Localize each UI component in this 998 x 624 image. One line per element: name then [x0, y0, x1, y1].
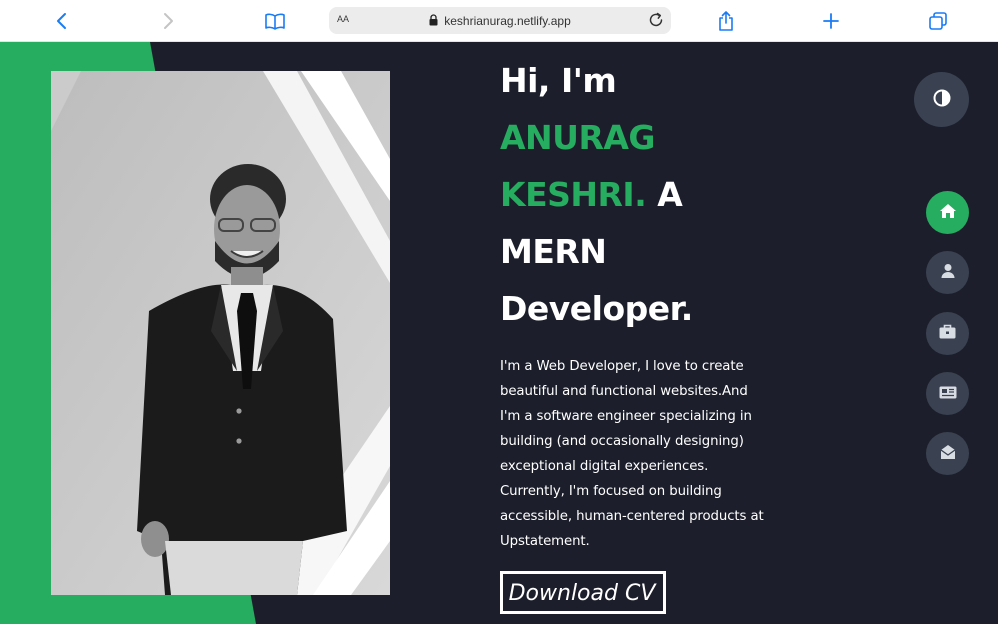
role-title-text: Developer. [500, 289, 693, 328]
role-stack-text: MERN [500, 232, 607, 271]
last-name-text: KESHRI. [500, 175, 647, 214]
theme-toggle-button[interactable] [914, 72, 969, 127]
nav-contact-button[interactable] [926, 432, 969, 475]
nav-blog-button[interactable] [926, 372, 969, 415]
url-text[interactable]: keshrianurag.netlify.app [444, 14, 571, 28]
nav-about-button[interactable] [926, 251, 969, 294]
download-cv-button[interactable]: Download CV [500, 571, 666, 614]
bio-paragraph: I'm a Web Developer, I love to create be… [500, 359, 764, 549]
nav-home-button[interactable] [926, 191, 969, 234]
portfolio-page: Hi, I'm ANURAG KESHRI. A MERN Developer.… [0, 42, 998, 624]
news-icon [939, 384, 957, 403]
greeting-text: Hi, I'm [500, 61, 617, 100]
briefcase-icon [939, 324, 956, 343]
forward-icon[interactable] [156, 9, 180, 33]
envelope-open-icon [940, 444, 956, 464]
user-icon [941, 263, 955, 283]
profile-photo [51, 71, 390, 595]
bookmarks-icon[interactable] [263, 9, 287, 33]
browser-toolbar: AA keshrianurag.netlify.app [0, 0, 998, 42]
nav-portfolio-button[interactable] [926, 312, 969, 355]
new-tab-icon[interactable] [819, 9, 843, 33]
hero-heading: Hi, I'm ANURAG KESHRI. A MERN Developer. [500, 52, 800, 337]
first-name-text: ANURAG [500, 118, 656, 157]
back-icon[interactable] [50, 9, 74, 33]
contrast-icon [933, 89, 951, 111]
address-bar[interactable]: AA keshrianurag.netlify.app [329, 7, 671, 34]
home-icon [939, 203, 957, 223]
reload-icon[interactable] [647, 11, 665, 33]
tabs-icon[interactable] [926, 9, 950, 33]
role-prefix-text: A [657, 175, 683, 214]
lock-icon [429, 11, 438, 30]
share-icon[interactable] [714, 9, 738, 33]
